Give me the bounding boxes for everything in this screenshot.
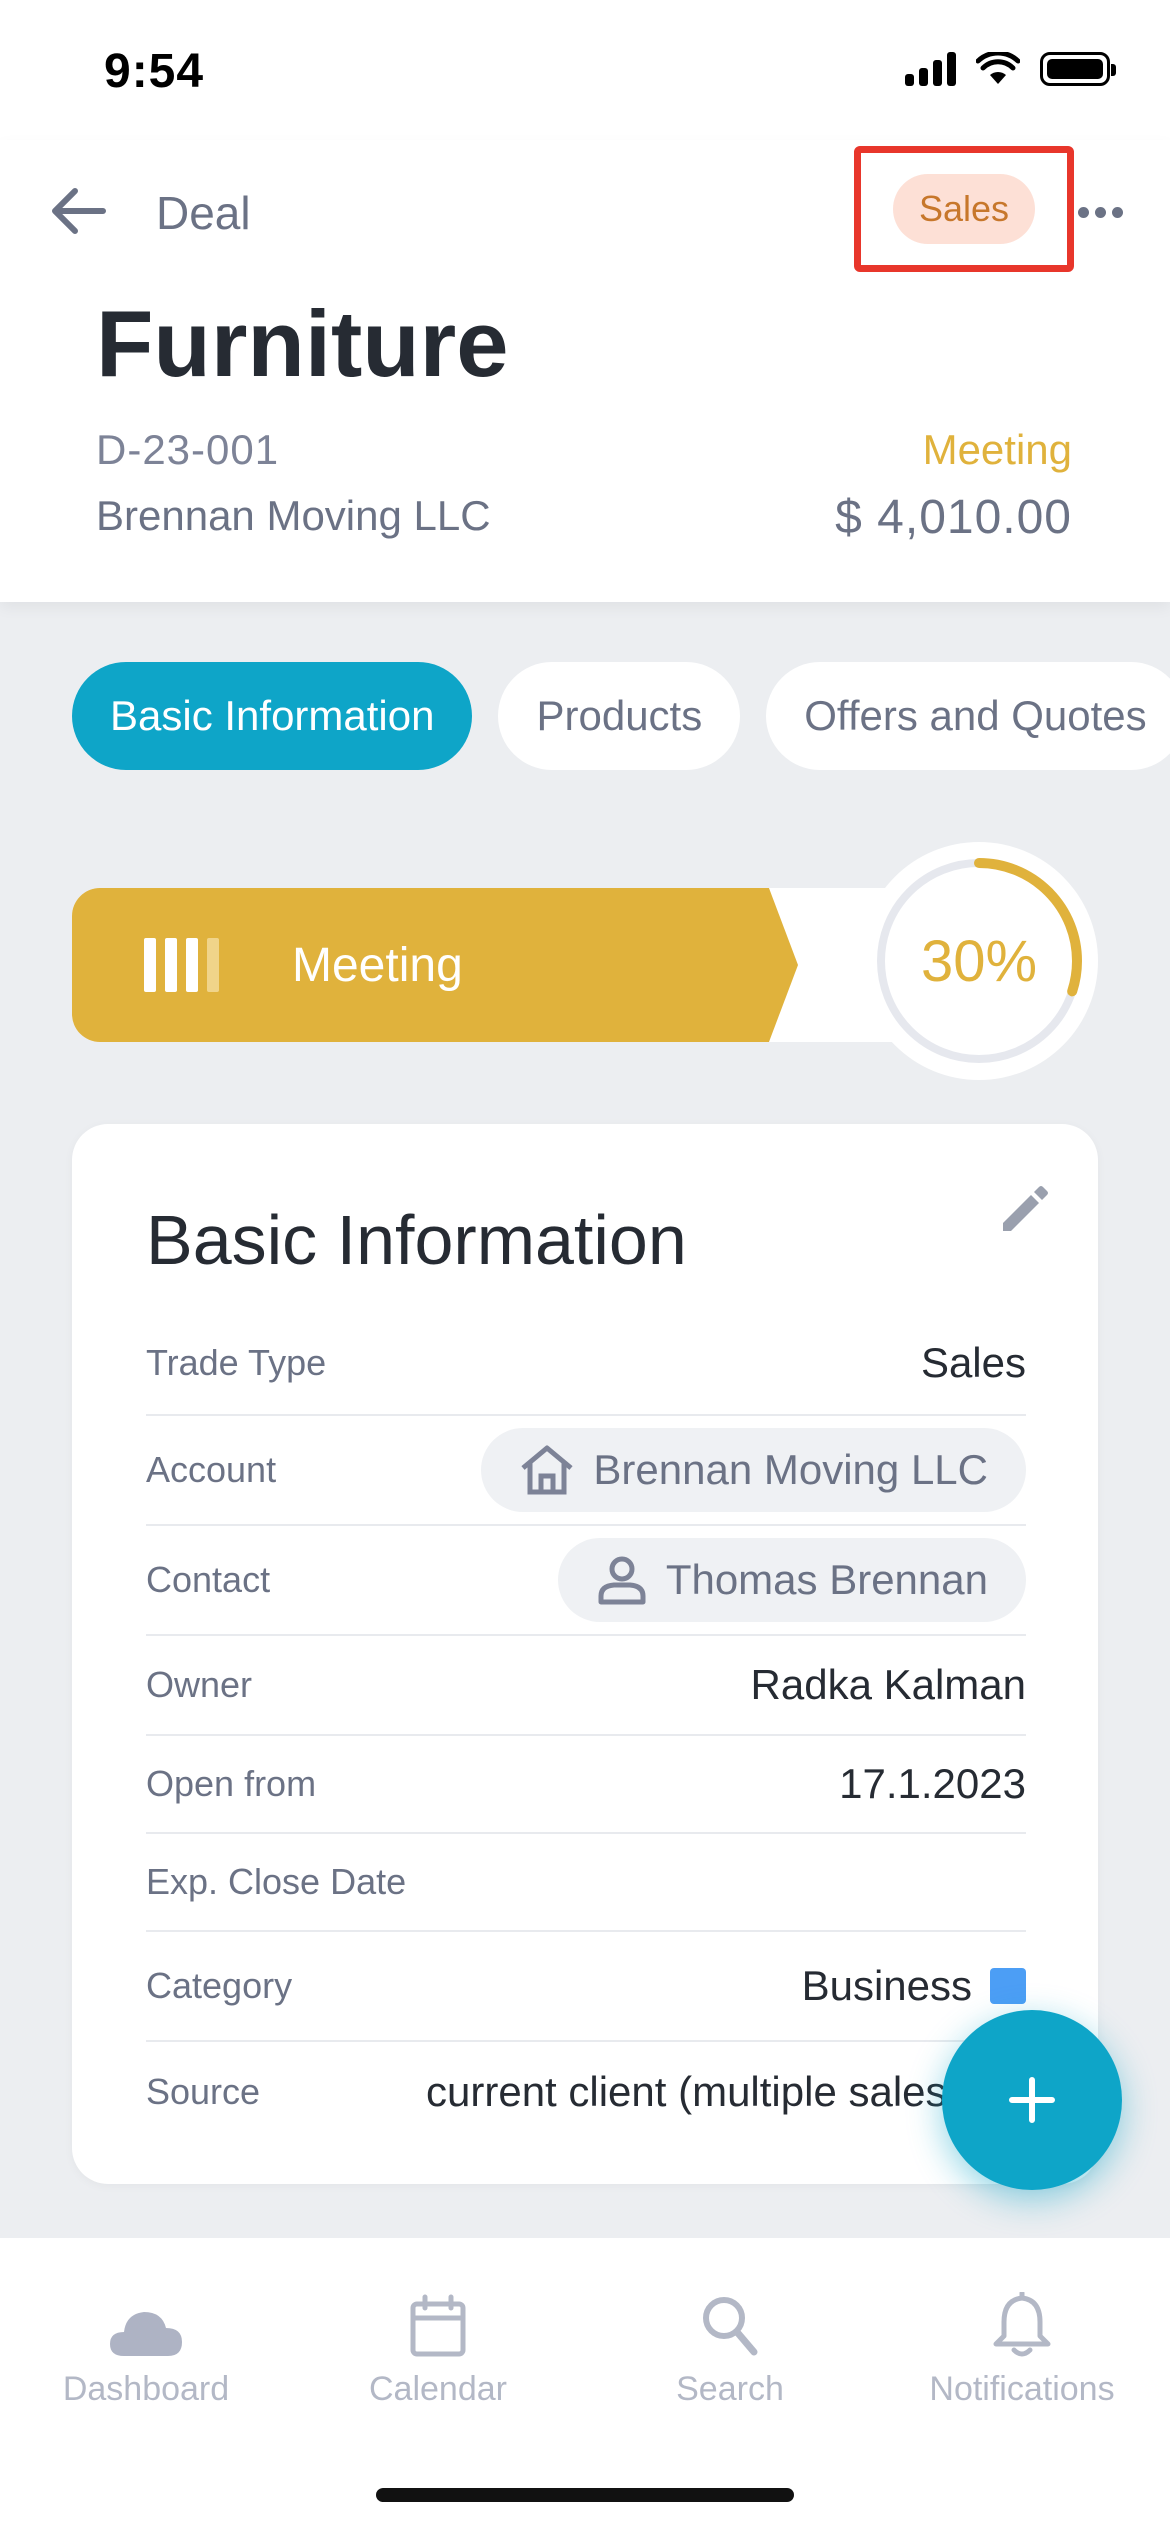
row-label: Account <box>146 1449 277 1490</box>
row-label: Exp. Close Date <box>146 1861 407 1902</box>
page-title: Furniture <box>96 291 509 396</box>
search-icon <box>703 2297 758 2356</box>
contact-chip-label: Thomas Brennan <box>665 1556 988 1603</box>
back-button[interactable] <box>44 176 114 246</box>
cloud-icon <box>110 2312 182 2356</box>
row-category: Category Business <box>146 1932 1026 2042</box>
stage-label: Meeting <box>292 939 463 992</box>
progress-text: 30% <box>920 928 1038 994</box>
status-bar: 9:54 <box>0 0 1170 140</box>
nav-dashboard[interactable]: Dashboard <box>6 2282 286 2409</box>
tabs-scroller[interactable]: Basic Information Products Offers and Qu… <box>0 640 1170 800</box>
dot-icon <box>1077 206 1089 218</box>
wifi-icon <box>976 52 1020 84</box>
add-button[interactable] <box>942 2010 1122 2190</box>
deal-header: Deal Sales Furniture D-23-001 Brennan Mo… <box>0 140 1170 602</box>
contact-chip[interactable]: Thomas Brennan <box>557 1538 1026 1622</box>
row-value: Sales <box>920 1339 1026 1386</box>
pencil-icon <box>1003 1186 1048 1231</box>
row-contact: Contact Thomas Brennan <box>146 1526 1026 1636</box>
tab-basic-information[interactable]: Basic Information <box>72 662 473 770</box>
deal-stage: Meeting <box>922 426 1072 473</box>
person-icon <box>598 1556 646 1605</box>
deal-code: D-23-001 <box>96 426 280 473</box>
trade-badge-highlight: Sales <box>854 146 1074 272</box>
home-icon <box>521 1445 574 1495</box>
nav-label: Notifications <box>929 2370 1115 2408</box>
row-value: current client (multiple sales) <box>426 2068 961 2115</box>
row-trade-type: Trade Type Sales <box>146 1312 1026 1416</box>
tab-offers-and-quotes[interactable]: Offers and Quotes <box>766 662 1170 770</box>
row-source: Source current client (multiple sales) <box>146 2042 1026 2142</box>
row-account: Account Brennan Moving LLC <box>146 1416 1026 1526</box>
row-label: Contact <box>146 1559 271 1600</box>
status-icons <box>905 52 1116 86</box>
category-value: Business <box>801 1962 972 2009</box>
tab-products[interactable]: Products <box>498 662 741 770</box>
deal-account: Brennan Moving LLC <box>96 492 491 539</box>
more-options-button[interactable] <box>1070 192 1130 232</box>
account-chip[interactable]: Brennan Moving LLC <box>481 1428 1026 1512</box>
trade-badge[interactable]: Sales <box>892 174 1036 244</box>
row-value: Business <box>802 1962 1026 2010</box>
bell-icon <box>993 2292 1051 2357</box>
signal-icon <box>905 52 956 86</box>
nav-notifications[interactable]: Notifications <box>882 2282 1162 2409</box>
header-label: Deal <box>156 187 251 239</box>
nav-search[interactable]: Search <box>590 2282 870 2409</box>
status-time: 9:54 <box>104 45 205 98</box>
row-value: Radka Kalman <box>750 1661 1026 1708</box>
battery-icon <box>1040 52 1116 86</box>
basic-information-card: Basic Information Trade Type Sales Accou… <box>72 1124 1098 2184</box>
row-label: Category <box>146 1965 293 2006</box>
row-owner: Owner Radka Kalman <box>146 1636 1026 1736</box>
info-rows: Trade Type Sales Account Brennan Moving … <box>146 1312 1026 2142</box>
row-label: Trade Type <box>146 1342 327 1383</box>
arrow-left-icon <box>52 188 106 234</box>
dot-icon <box>1094 206 1106 218</box>
calendar-icon <box>410 2294 466 2357</box>
row-open-from: Open from 17.1.2023 <box>146 1736 1026 1834</box>
nav-label: Calendar <box>369 2370 507 2408</box>
card-title: Basic Information <box>146 1201 687 1279</box>
row-label: Open from <box>146 1763 317 1804</box>
row-label: Owner <box>146 1664 253 1705</box>
plus-icon <box>1009 2077 1055 2123</box>
tab-bar: Basic Information Products Offers and Qu… <box>72 662 1170 770</box>
nav-label: Search <box>676 2370 784 2408</box>
row-value: 17.1.2023 <box>839 1760 1026 1807</box>
nav-label: Dashboard <box>62 2370 230 2408</box>
dot-icon <box>1111 206 1123 218</box>
row-exp-close-date: Exp. Close Date <box>146 1834 1026 1932</box>
nav-calendar[interactable]: Calendar <box>298 2282 578 2409</box>
deal-amount: $ 4,010.00 <box>835 491 1072 544</box>
row-label: Source <box>146 2071 261 2112</box>
category-color-icon <box>990 1968 1026 2004</box>
home-indicator <box>376 2488 794 2502</box>
stage-steps-icon <box>144 938 219 992</box>
edit-button[interactable] <box>990 1174 1060 1244</box>
account-chip-label: Brennan Moving LLC <box>593 1446 988 1493</box>
progress-ring: 30% <box>860 842 1098 1080</box>
